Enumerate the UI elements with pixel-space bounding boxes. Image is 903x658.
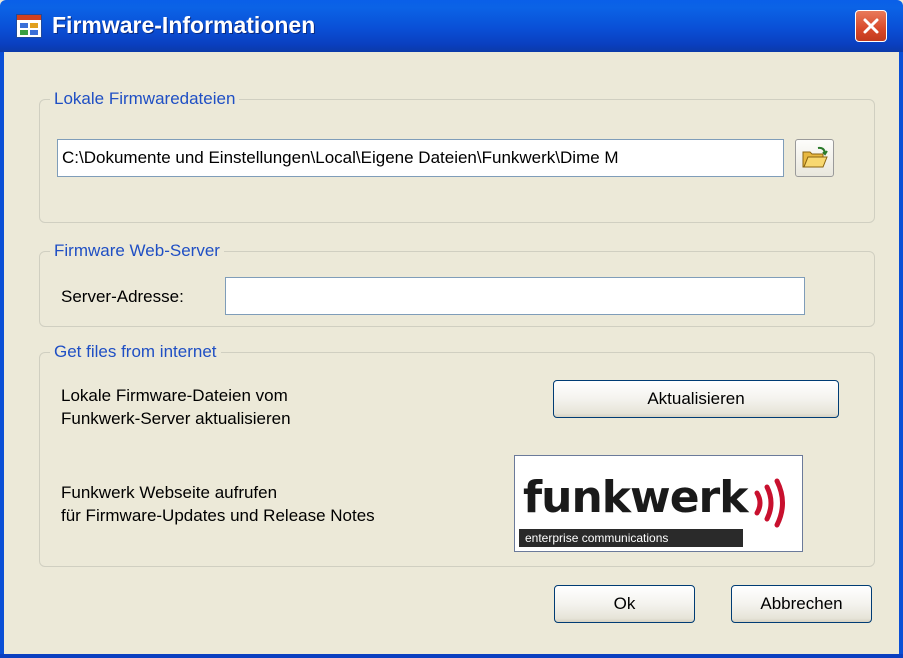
title-bar[interactable]: Firmware-Informationen (0, 0, 903, 52)
app-window-icon (16, 14, 42, 38)
server-address-label: Server-Adresse: (61, 287, 184, 306)
website-description-line2: für Firmware-Updates und Release Notes (61, 506, 375, 525)
close-button[interactable] (855, 10, 887, 42)
open-folder-icon (802, 146, 828, 168)
funkwerk-logo-link[interactable]: funkwerk enterprise communications (514, 455, 803, 552)
close-icon (863, 18, 879, 34)
firmware-info-dialog: Firmware-Informationen Lokale Firmwareda… (0, 0, 903, 658)
local-files-legend: Lokale Firmwaredateien (50, 89, 240, 109)
window-border-bottom (0, 654, 903, 658)
cancel-button[interactable]: Abbrechen (731, 585, 872, 623)
server-address-input[interactable] (225, 277, 805, 315)
window-border-right (899, 52, 903, 658)
website-description-line1: Funkwerk Webseite aufrufen (61, 483, 278, 502)
update-description-line2: Funkwerk-Server aktualisieren (61, 409, 291, 428)
signal-waves-icon (754, 478, 785, 528)
window-title: Firmware-Informationen (52, 12, 316, 38)
browse-folder-button[interactable] (795, 139, 834, 177)
logo-tagline: enterprise communications (519, 529, 743, 547)
update-button[interactable]: Aktualisieren (553, 380, 839, 418)
update-description-line1: Lokale Firmware-Dateien vom (61, 386, 288, 405)
ok-button[interactable]: Ok (554, 585, 695, 623)
internet-legend: Get files from internet (50, 342, 221, 362)
logo-wordmark: funkwerk (523, 472, 749, 523)
window-border-left (0, 52, 4, 658)
firmware-path-input[interactable]: C:\Dokumente und Einstellungen\Local\Eig… (57, 139, 784, 177)
web-server-legend: Firmware Web-Server (50, 241, 224, 261)
